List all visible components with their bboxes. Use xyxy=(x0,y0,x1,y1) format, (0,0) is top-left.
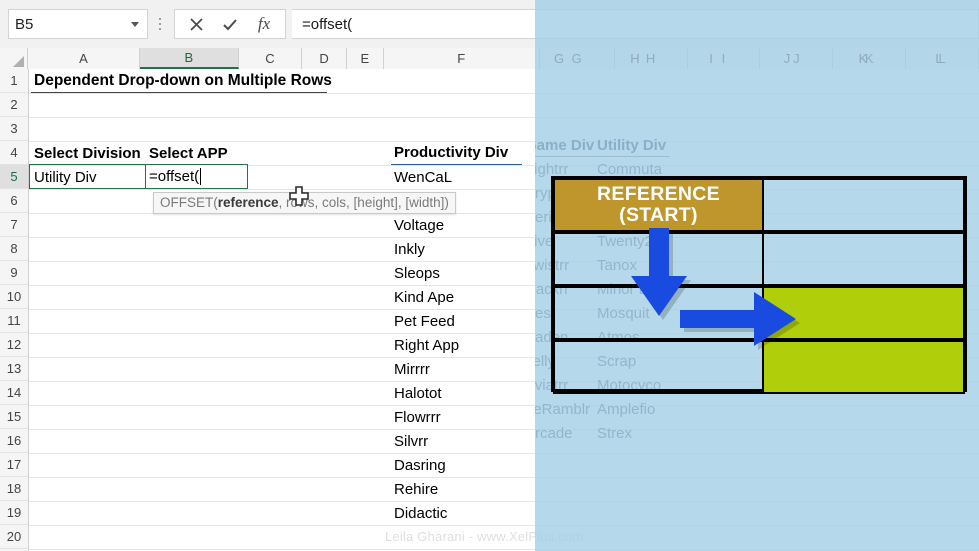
excel-plus-cursor xyxy=(289,186,309,206)
row-header-10[interactable]: 10 xyxy=(0,285,28,309)
reference-label-line2: (START) xyxy=(619,204,698,226)
row-header-11[interactable]: 11 xyxy=(0,309,28,333)
list-item: Mirrrr xyxy=(394,360,430,378)
list-item: Inkly xyxy=(394,240,425,258)
row-headers: 1234567891011121314151617181920212223 xyxy=(0,69,29,551)
selection-outline-a5 xyxy=(29,164,146,189)
list-item: Halotot xyxy=(394,384,442,402)
list-item: Flowrrr xyxy=(394,408,441,426)
label-select-division: Select Division xyxy=(34,144,141,162)
row-header-4[interactable]: 4 xyxy=(0,141,28,165)
list-item: Arcade xyxy=(535,425,573,442)
row-header-16[interactable]: 16 xyxy=(0,429,28,453)
row-header-20[interactable]: 20 xyxy=(0,525,28,549)
list-item: Voltage xyxy=(394,216,445,234)
diagram-cell-reference: REFERENCE (START) xyxy=(553,178,764,232)
column-header-e[interactable]: E xyxy=(347,48,384,69)
list-item: Right App xyxy=(394,336,460,354)
overlay-column-j: J xyxy=(783,51,791,66)
row-header-15[interactable]: 15 xyxy=(0,405,28,429)
name-box[interactable]: B5 xyxy=(8,9,148,39)
list-item: Pet Feed xyxy=(394,312,455,330)
row-header-5[interactable]: 5 xyxy=(0,165,28,189)
excel-window: B5 fx =offset( A B C D E F 1 2 3 4 5 6 7… xyxy=(0,0,979,551)
chevron-down-icon[interactable] xyxy=(131,21,139,27)
row-header-2[interactable]: 2 xyxy=(0,93,28,117)
check-icon[interactable] xyxy=(213,10,247,38)
list-item: Kind Ape xyxy=(394,288,455,306)
tooltip-prefix: OFFSET( xyxy=(160,195,218,210)
overlay-column-g: G xyxy=(553,51,565,66)
list-item: deRamblr xyxy=(535,401,591,418)
column-header-c[interactable]: C xyxy=(238,48,303,69)
row-header-1[interactable]: 1 xyxy=(0,69,28,93)
overlay-column-h: H xyxy=(630,51,640,66)
row-header-3[interactable]: 3 xyxy=(0,117,28,141)
list-item: Amplefio xyxy=(597,401,656,418)
row-header-12[interactable]: 12 xyxy=(0,333,28,357)
list-item: Rehire xyxy=(394,480,439,498)
overlay-column-l: L xyxy=(935,51,943,66)
row-header-9[interactable]: 9 xyxy=(0,261,28,285)
formula-input-value: =offset( xyxy=(302,15,353,33)
row-header-8[interactable]: 8 xyxy=(0,237,28,261)
formula-buttons: fx xyxy=(174,9,286,39)
row-header-18[interactable]: 18 xyxy=(0,477,28,501)
overlay-column-k: K xyxy=(858,51,868,66)
list-item: WenCaL xyxy=(394,168,453,186)
row-header-13[interactable]: 13 xyxy=(0,357,28,381)
right-arrow xyxy=(680,292,800,350)
diagram-row-1: REFERENCE (START) xyxy=(553,178,965,233)
row-header-17[interactable]: 17 xyxy=(0,453,28,477)
list-item: Silvrr xyxy=(394,432,429,450)
label-select-app: Select APP xyxy=(149,144,228,162)
overlay-column-headers: G H I J K L xyxy=(535,0,979,69)
text-caret xyxy=(200,168,202,185)
row-header-14[interactable]: 14 xyxy=(0,381,28,405)
row-header-7[interactable]: 7 xyxy=(0,213,28,237)
list-item: Didactic xyxy=(394,504,448,522)
list-item: Peri xyxy=(535,209,552,226)
diagram-cell-r2c2 xyxy=(761,232,965,286)
row-header-19[interactable]: 19 xyxy=(0,501,28,525)
name-box-value: B5 xyxy=(15,15,34,33)
active-cell-b5[interactable]: =offset( xyxy=(145,164,248,189)
overlay-column-i: I xyxy=(709,51,713,66)
sheet-title: Dependent Drop-down on Multiple Rows xyxy=(31,69,332,93)
select-all-corner[interactable] xyxy=(0,48,28,69)
reference-label: REFERENCE (START) xyxy=(555,180,762,230)
tooltip-bold-arg: reference xyxy=(217,195,279,210)
list-item: Sleops xyxy=(394,264,440,282)
row-header-6[interactable]: 6 xyxy=(0,189,28,213)
column-header-a[interactable]: A xyxy=(27,48,140,69)
utility-div-header: Utility Div xyxy=(597,137,671,158)
diagram-row-2 xyxy=(553,232,965,287)
offset-diagram: REFERENCE (START) xyxy=(551,176,967,394)
fx-icon[interactable]: fx xyxy=(247,10,281,38)
vertical-dots-icon[interactable] xyxy=(152,9,168,39)
diagram-cell-r1c2 xyxy=(761,178,965,232)
column-header-d[interactable]: D xyxy=(302,48,348,69)
list-item: Strex xyxy=(597,425,633,442)
game-div-header: Game Div xyxy=(535,137,599,158)
active-cell-text: =offset( xyxy=(149,168,200,185)
reference-label-line1: REFERENCE xyxy=(597,182,720,205)
productivity-div-header: Productivity Div xyxy=(391,141,522,165)
list-item: Dasring xyxy=(394,456,446,474)
list-item: Pes xyxy=(535,305,551,322)
column-header-b[interactable]: B xyxy=(140,48,239,69)
close-icon[interactable] xyxy=(179,10,213,38)
column-header-f[interactable]: F xyxy=(383,48,540,69)
